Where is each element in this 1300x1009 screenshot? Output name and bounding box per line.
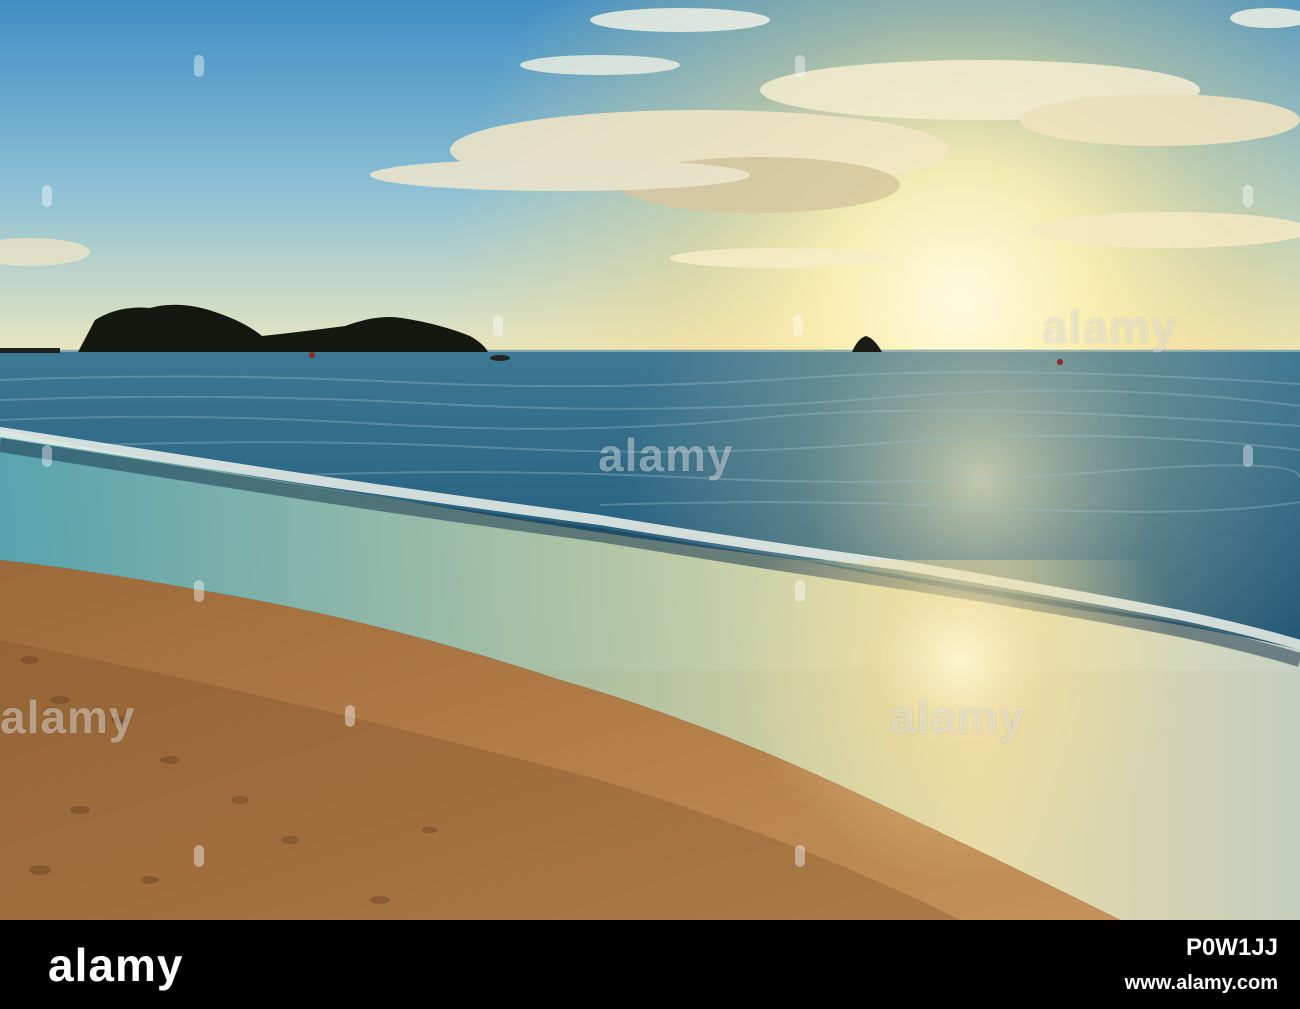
watermark-mark: [795, 55, 805, 77]
boat: [490, 355, 510, 361]
watermark-mark: [1243, 445, 1253, 467]
watermark-mark: [194, 580, 204, 602]
watermark-mark: [795, 580, 805, 602]
watermark-mark: [42, 445, 52, 467]
image-id: P0W1JJ: [1185, 934, 1278, 961]
watermark-mark: [795, 845, 805, 867]
watermark-mark: [42, 185, 52, 207]
image-info: P0W1JJ www.alamy.com: [1125, 934, 1278, 995]
site-url: www.alamy.com: [1124, 972, 1278, 994]
watermark-mark: [793, 315, 803, 337]
watermark-mark: [345, 705, 355, 727]
beach-sunset-photo: alamy alamy alamy alamy: [0, 0, 1300, 920]
alamy-logo: alamy: [48, 939, 184, 991]
photo-scene: [0, 0, 1300, 920]
footer-bar: alamy P0W1JJ www.alamy.com: [0, 920, 1300, 1009]
buoy: [1057, 359, 1063, 365]
buoy: [309, 352, 315, 358]
watermark-mark: [194, 845, 204, 867]
jetty: [0, 348, 60, 353]
watermark-mark: [493, 315, 503, 337]
watermark-mark: [1243, 185, 1253, 207]
watermark-mark: [194, 55, 204, 77]
